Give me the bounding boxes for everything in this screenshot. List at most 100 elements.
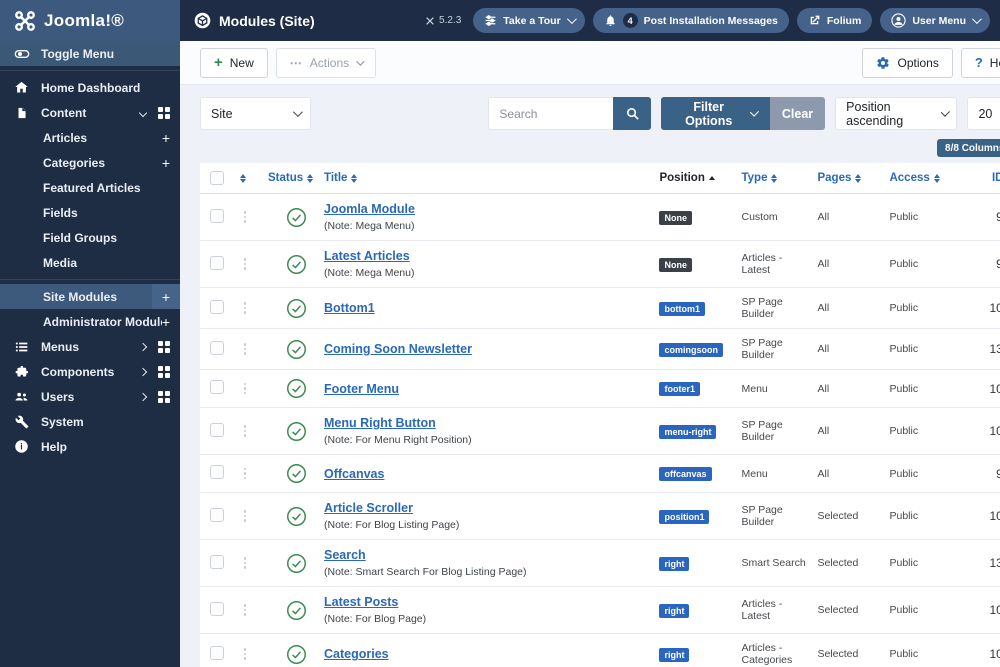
status-published-icon[interactable] (268, 254, 324, 275)
type-header[interactable]: Type (741, 172, 817, 184)
row-checkbox[interactable] (210, 645, 224, 660)
drag-handle-icon[interactable] (240, 648, 250, 660)
sidebar-item-menus[interactable]: Menus (0, 334, 180, 359)
module-title-link[interactable]: Menu Right Button (324, 416, 436, 430)
sidebar-item-fields[interactable]: Fields (0, 200, 180, 225)
sidebar-item-categories[interactable]: Categories + (0, 150, 180, 175)
sidebar-item-home-dashboard[interactable]: Home Dashboard (0, 75, 180, 100)
add-new-icon[interactable]: + (162, 314, 170, 330)
list-limit-select[interactable]: 20 (967, 97, 1000, 130)
filter-options-button[interactable]: Filter Options (661, 97, 770, 130)
module-title-link[interactable]: Latest Articles (324, 249, 410, 263)
dashboard-grid-icon[interactable] (158, 340, 170, 353)
add-new-icon[interactable]: + (162, 155, 170, 171)
status-published-icon[interactable] (268, 298, 324, 319)
dashboard-grid-icon[interactable] (158, 390, 170, 403)
access-header[interactable]: Access (889, 172, 967, 184)
drag-handle-icon[interactable] (240, 258, 250, 270)
position-header[interactable]: Position (659, 172, 741, 184)
title-header[interactable]: Title (324, 172, 659, 184)
chevron-down-icon (138, 108, 148, 117)
actions-button[interactable]: ⋯ Actions (275, 47, 377, 78)
site-select[interactable]: Site (200, 97, 312, 130)
status-header[interactable]: Status (268, 172, 324, 184)
module-title-link[interactable]: Footer Menu (324, 382, 399, 396)
row-checkbox[interactable] (210, 340, 224, 355)
sort-ordering-header[interactable] (240, 173, 268, 183)
row-checkbox[interactable] (210, 422, 224, 437)
drag-handle-icon[interactable] (240, 425, 250, 437)
search-input[interactable] (488, 97, 614, 130)
select-all-checkbox[interactable] (210, 171, 240, 185)
position-badge: position1 (659, 509, 710, 524)
module-title-link[interactable]: Latest Posts (324, 595, 398, 609)
folium-button[interactable]: Folium (796, 8, 873, 33)
drag-handle-icon[interactable] (240, 302, 250, 314)
post-installation-messages-button[interactable]: 4 Post Installation Messages (592, 8, 789, 33)
row-checkbox[interactable] (210, 465, 224, 479)
module-pages: All (817, 302, 830, 314)
row-checkbox[interactable] (210, 299, 224, 314)
sidebar-item-help[interactable]: i Help (0, 434, 180, 459)
module-access: Public (889, 467, 919, 480)
status-published-icon[interactable] (268, 644, 324, 665)
drag-handle-icon[interactable] (240, 510, 250, 522)
row-checkbox-cell (210, 340, 240, 358)
dashboard-grid-icon[interactable] (158, 365, 170, 378)
status-published-icon[interactable] (268, 463, 324, 484)
drag-handle-icon[interactable] (240, 467, 250, 480)
new-button[interactable]: + New (200, 47, 268, 78)
module-title-link[interactable]: Search (324, 548, 366, 562)
drag-handle-icon[interactable] (240, 604, 250, 616)
status-published-icon[interactable] (268, 207, 324, 228)
dashboard-grid-icon[interactable] (158, 106, 170, 119)
options-button[interactable]: Options (862, 47, 953, 78)
status-published-icon[interactable] (268, 553, 324, 574)
drag-handle-icon[interactable] (240, 557, 250, 569)
row-checkbox[interactable] (210, 601, 224, 616)
drag-handle-icon[interactable] (240, 382, 250, 395)
row-checkbox[interactable] (210, 507, 224, 522)
sidebar-item-articles[interactable]: Articles + (0, 125, 180, 150)
module-title-link[interactable]: Categories (324, 647, 389, 661)
columns-toggle-button[interactable]: 8/8 Columns (937, 139, 1000, 157)
sidebar-item-media[interactable]: Media (0, 250, 180, 275)
search-button[interactable] (613, 97, 652, 130)
take-a-tour-button[interactable]: Take a Tour (473, 8, 585, 33)
row-checkbox[interactable] (210, 554, 224, 569)
sidebar-item-components[interactable]: Components (0, 359, 180, 384)
module-title-link[interactable]: Bottom1 (324, 301, 375, 315)
sort-select[interactable]: Position ascending (835, 97, 958, 130)
sidebar-item-administrator-modules[interactable]: Administrator Modules + (0, 309, 180, 334)
add-new-icon[interactable]: + (152, 284, 180, 309)
sidebar-item-content[interactable]: Content (0, 100, 180, 125)
drag-handle-icon[interactable] (240, 211, 250, 223)
sidebar-item-label: Users (41, 389, 75, 404)
status-published-icon[interactable] (268, 421, 324, 442)
sidebar-item-users[interactable]: Users (0, 384, 180, 409)
sidebar-item-toggle-menu[interactable]: Toggle Menu (0, 41, 180, 66)
clear-button[interactable]: Clear (769, 97, 826, 130)
module-title-link[interactable]: Joomla Module (324, 202, 415, 216)
sidebar-item-site-modules[interactable]: Site Modules + (0, 284, 180, 309)
module-title-link[interactable]: Offcanvas (324, 467, 384, 481)
sidebar-item-featured-articles[interactable]: Featured Articles (0, 175, 180, 200)
sidebar-item-system[interactable]: System (0, 409, 180, 434)
add-new-icon[interactable]: + (162, 130, 170, 146)
status-published-icon[interactable] (268, 378, 324, 399)
status-published-icon[interactable] (268, 339, 324, 360)
pages-header[interactable]: Pages (817, 172, 889, 184)
row-checkbox[interactable] (210, 380, 224, 394)
row-checkbox[interactable] (210, 255, 224, 270)
sidebar-item-field-groups[interactable]: Field Groups (0, 225, 180, 250)
id-header[interactable]: ID (967, 172, 1000, 184)
joomla-logo[interactable]: Joomla!® (0, 0, 180, 41)
drag-handle-icon[interactable] (240, 343, 250, 355)
user-menu-button[interactable]: User Menu (880, 8, 990, 33)
status-published-icon[interactable] (268, 600, 324, 621)
help-button[interactable]: ? Help (960, 47, 1000, 78)
row-checkbox[interactable] (210, 208, 224, 223)
module-title-link[interactable]: Article Scroller (324, 501, 413, 515)
module-title-link[interactable]: Coming Soon Newsletter (324, 342, 472, 356)
status-published-icon[interactable] (268, 506, 324, 527)
